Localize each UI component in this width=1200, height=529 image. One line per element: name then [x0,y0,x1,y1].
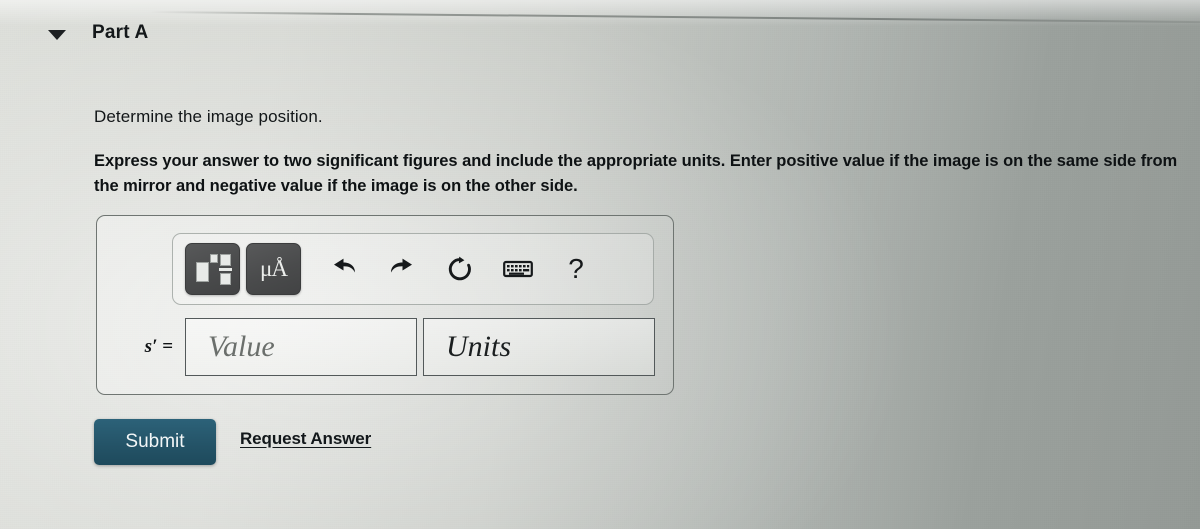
page-title: Part A [92,22,149,43]
math-template-icon [195,253,232,285]
value-input[interactable]: Value [185,318,417,376]
units-button[interactable]: μÅ [246,243,301,295]
reset-icon[interactable] [439,247,481,291]
answer-entry-panel: μÅ ? s′ = Value Units [96,215,674,395]
section-divider [149,11,1200,24]
question-instruction: Express your answer to two significant f… [94,152,1178,195]
redo-icon[interactable] [381,247,423,291]
keyboard-icon[interactable] [497,247,539,291]
caret-down-icon[interactable] [48,30,66,40]
part-header[interactable]: Part A [48,22,148,44]
submit-button[interactable]: Submit [94,419,216,465]
question-prompt: Determine the image position. [94,107,323,126]
variable-label: s′ = [144,336,173,357]
help-glyph: ? [568,253,584,284]
undo-icon[interactable] [323,247,365,291]
equation-toolbar: μÅ ? [172,233,654,305]
units-input[interactable]: Units [423,318,655,376]
answer-input-row: s′ = Value Units [111,316,663,378]
micro-angstrom-icon: μÅ [260,256,288,281]
page-background: Part A Determine the image position. Exp… [0,0,1200,529]
help-icon[interactable]: ? [555,247,597,291]
math-template-button[interactable] [185,243,240,295]
request-answer-link[interactable]: Request Answer [240,429,371,449]
